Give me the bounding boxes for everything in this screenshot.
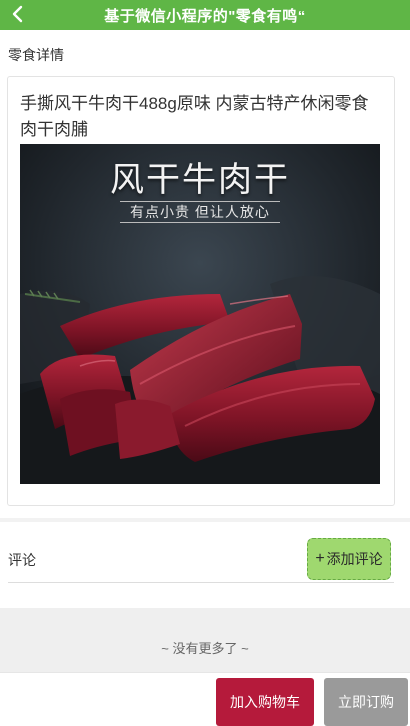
product-card: 手撕风干牛肉干488g原味 内蒙古特产休闲零食 肉干肉脯 风干牛肉干 有点小贵 …: [7, 76, 395, 506]
no-more-text: ~ 没有更多了 ~: [161, 641, 249, 656]
section-title: 零食详情: [8, 47, 64, 63]
chevron-left-icon: [12, 5, 23, 23]
add-comment-button[interactable]: + 添加评论: [307, 538, 391, 580]
product-image[interactable]: 风干牛肉干 有点小贵 但让人放心: [20, 144, 380, 484]
page-title: 基于微信小程序的"零食有鸣“: [104, 7, 306, 25]
product-title: 手撕风干牛肉干488g原味 内蒙古特产休闲零食 肉干肉脯: [20, 94, 369, 139]
comment-underline: [8, 582, 394, 583]
comment-label: 评论: [8, 552, 36, 568]
image-slogan: 有点小贵 但让人放心: [120, 201, 280, 223]
plus-icon: +: [315, 550, 325, 567]
add-comment-label: 添加评论: [326, 551, 383, 567]
comment-list-area: ~ 没有更多了 ~: [0, 608, 410, 672]
top-navigation-bar: 基于微信小程序的"零食有鸣“: [0, 0, 410, 30]
add-to-cart-button[interactable]: 加入购物车: [216, 678, 314, 726]
back-button[interactable]: [8, 4, 28, 24]
action-bar: 加入购物车 立即订购: [0, 672, 410, 726]
image-headline: 风干牛肉干: [110, 160, 290, 200]
section-divider: [0, 518, 410, 522]
buy-now-button[interactable]: 立即订购: [324, 678, 408, 726]
comment-section: 评论 + 添加评论: [0, 530, 410, 584]
